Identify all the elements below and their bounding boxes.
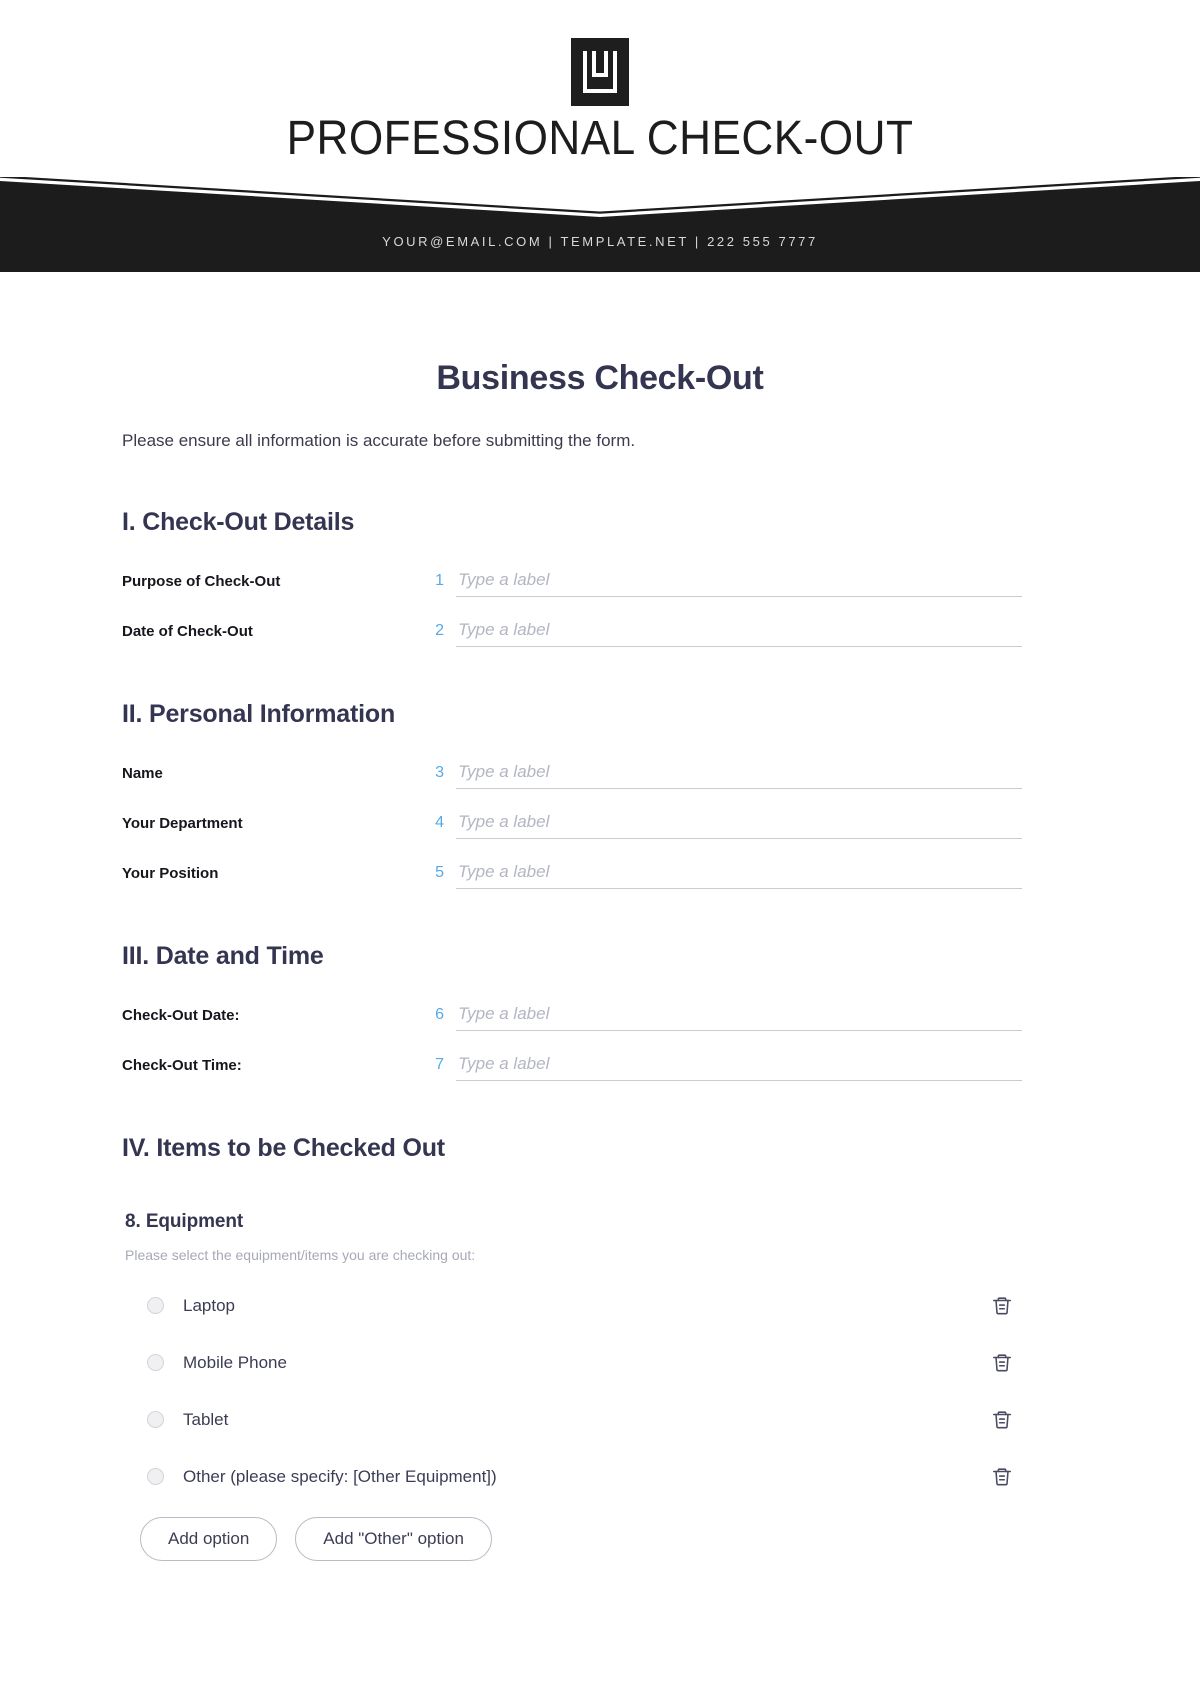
field-row: Date of Check-Out 2 Type a label [122,617,1022,647]
radio-button-laptop[interactable] [147,1297,164,1314]
input-name[interactable]: Type a label [456,759,1022,789]
input-your-department[interactable]: Type a label [456,809,1022,839]
logo-container [0,38,1200,106]
section-items-to-be-checked-out: IV. Items to be Checked Out 8. Equipment… [122,1134,1042,1561]
trash-icon[interactable] [991,1409,1013,1431]
option-label: Other (please specify: [Other Equipment]… [183,1466,497,1486]
radio-button-other[interactable] [147,1468,164,1485]
document-page: PROFESSIONAL CHECK-OUT YOUR@EMAIL.COM | … [0,0,1200,1701]
field-row: Your Position 5 Type a label [122,859,1022,889]
equipment-instruction-text: Please select the equipment/items you ar… [125,1247,476,1263]
field-label-date: Date of Check-Out [122,623,253,640]
option-label: Laptop [183,1295,235,1315]
option-label: Mobile Phone [183,1352,287,1372]
intro-text: Please ensure all information is accurat… [122,431,636,450]
field-row: Your Department 4 Type a label [122,809,1022,839]
field-label-department: Your Department [122,815,243,832]
input-purpose-of-check-out[interactable]: Type a label [456,567,1022,597]
field-label-purpose: Purpose of Check-Out [122,573,281,590]
field-number: 5 [435,864,444,881]
input-check-out-time[interactable]: Type a label [456,1051,1022,1081]
brand-title: PROFESSIONAL CHECK-OUT [286,112,914,165]
trash-icon[interactable] [991,1295,1013,1317]
section-check-out-details: I. Check-Out Details Purpose of Check-Ou… [122,508,1022,647]
nested-square-logo-icon [571,38,629,106]
header-dark-band [0,177,1200,272]
field-label-check-out-time: Check-Out Time: [122,1057,242,1074]
trash-icon[interactable] [991,1352,1013,1374]
list-item[interactable]: Mobile Phone [122,1334,1042,1391]
field-number: 1 [435,572,444,589]
field-label-check-out-date: Check-Out Date: [122,1007,240,1024]
radio-button-mobile-phone[interactable] [147,1354,164,1371]
logo-inner-u-shape [592,51,608,77]
input-your-position[interactable]: Type a label [456,859,1022,889]
option-action-buttons: Add option Add "Other" option [122,1517,1042,1561]
list-item[interactable]: Tablet [122,1391,1042,1448]
field-row: Purpose of Check-Out 1 Type a label [122,567,1022,597]
trash-icon[interactable] [991,1466,1013,1488]
field-row: Name 3 Type a label [122,759,1022,789]
field-number: 6 [435,1006,444,1023]
option-label: Tablet [183,1409,229,1429]
field-row: Check-Out Time: 7 Type a label [122,1051,1022,1081]
section-heading: II. Personal Information [122,700,396,728]
input-date-of-check-out[interactable]: Type a label [456,617,1022,647]
input-check-out-date[interactable]: Type a label [456,1001,1022,1031]
field-number: 2 [435,622,444,639]
section-personal-information: II. Personal Information Name 3 Type a l… [122,700,1022,889]
sub-heading-equipment: 8. Equipment [125,1211,244,1232]
page-header: PROFESSIONAL CHECK-OUT YOUR@EMAIL.COM | … [0,0,1200,272]
add-option-button[interactable]: Add option [140,1517,278,1561]
list-item[interactable]: Laptop [122,1277,1042,1334]
equipment-option-list: Laptop Mobile Phone Tablet Other (please… [122,1277,1042,1505]
contact-info-bar: YOUR@EMAIL.COM | TEMPLATE.NET | 222 555 … [382,234,818,249]
field-label-position: Your Position [122,865,219,882]
list-item[interactable]: Other (please specify: [Other Equipment]… [122,1448,1042,1505]
field-number: 3 [435,764,444,781]
page-title: Business Check-Out [436,359,764,397]
add-other-option-button[interactable]: Add "Other" option [295,1517,492,1561]
field-label-name: Name [122,765,163,782]
radio-button-tablet[interactable] [147,1411,164,1428]
section-date-and-time: III. Date and Time Check-Out Date: 6 Typ… [122,942,1022,1081]
section-heading: III. Date and Time [122,942,324,970]
section-heading: IV. Items to be Checked Out [122,1134,445,1162]
field-number: 4 [435,814,444,831]
field-number: 7 [435,1056,444,1073]
field-row: Check-Out Date: 6 Type a label [122,1001,1022,1031]
section-heading: I. Check-Out Details [122,508,355,536]
